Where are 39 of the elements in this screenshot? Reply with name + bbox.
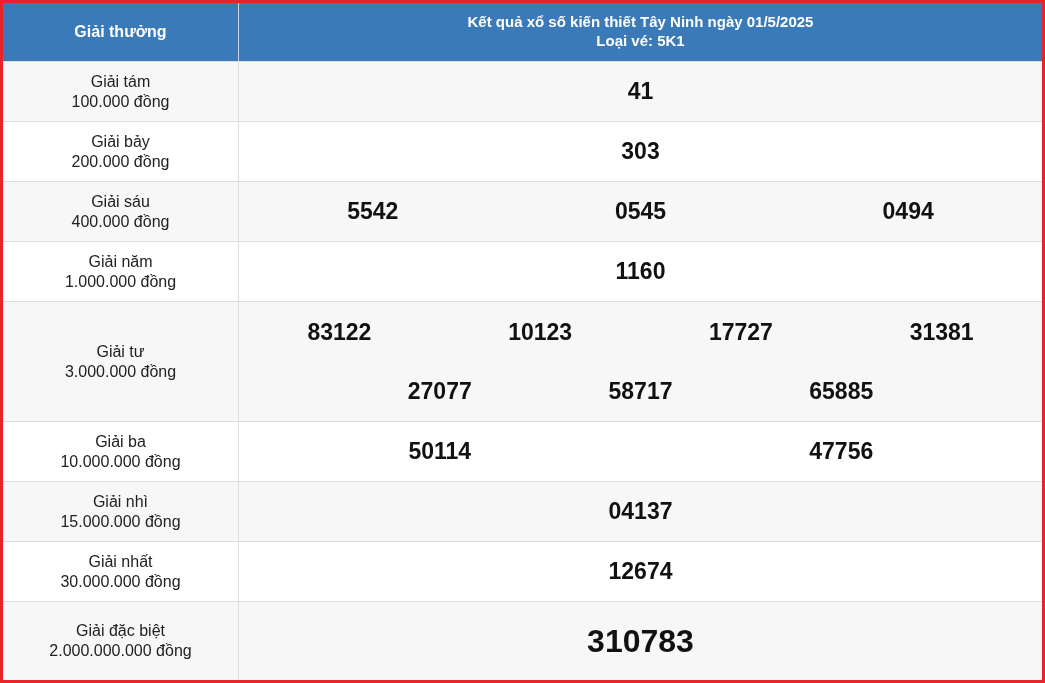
winning-number: 50114 <box>407 437 473 467</box>
prize-amount: 1.000.000 đồng <box>64 271 177 292</box>
prize-name: Giải sáu <box>91 191 150 212</box>
winning-number: 303 <box>620 137 661 167</box>
prize-amount: 10.000.000 đồng <box>60 451 181 472</box>
winning-number: 310783 <box>586 622 695 661</box>
ticket-type: Loại vé: 5K1 <box>596 32 685 51</box>
prize-name: Giải đặc biệt <box>76 621 165 641</box>
winning-number: 83122 <box>306 317 373 347</box>
winning-number: 5542 <box>346 197 400 227</box>
prize-amount: 200.000 đồng <box>71 151 170 172</box>
prize-amount: 30.000.000 đồng <box>60 571 181 592</box>
winning-number: 04137 <box>607 497 674 527</box>
prize-name: Giải năm <box>88 251 153 272</box>
winning-number: 0494 <box>881 197 935 227</box>
prize-name: Giải nhất <box>88 551 153 572</box>
winning-number: 31381 <box>908 317 975 347</box>
winning-number: 27077 <box>406 377 473 406</box>
winning-number: 17727 <box>707 317 774 347</box>
winning-number: 58717 <box>607 377 674 406</box>
column-heading: Giải thưởng <box>74 22 167 42</box>
prize-name: Giải tư <box>96 341 145 362</box>
winning-number: 1160 <box>614 257 667 287</box>
winning-number: 41 <box>626 77 655 107</box>
prize-name: Giải bảy <box>91 131 150 152</box>
results-title: Kết quả xổ số kiến thiết Tây Ninh ngày 01/5/2025 <box>467 13 814 32</box>
prize-name: Giải tám <box>90 71 151 92</box>
winning-number: 0545 <box>613 197 668 227</box>
prize-name: Giải ba <box>95 431 146 452</box>
prize-amount: 3.000.000 đồng <box>64 361 177 382</box>
prize-name: Giải nhì <box>92 491 149 512</box>
winning-number: 65885 <box>808 377 875 406</box>
winning-number: 12674 <box>607 557 674 587</box>
prize-amount: 15.000.000 đồng <box>60 511 181 532</box>
winning-number: 10123 <box>507 317 574 347</box>
prize-amount: 2.000.000.000 đồng <box>49 641 192 661</box>
prize-amount: 400.000 đồng <box>71 211 170 232</box>
prize-amount: 100.000 đồng <box>71 91 170 112</box>
winning-number: 47756 <box>808 437 875 467</box>
